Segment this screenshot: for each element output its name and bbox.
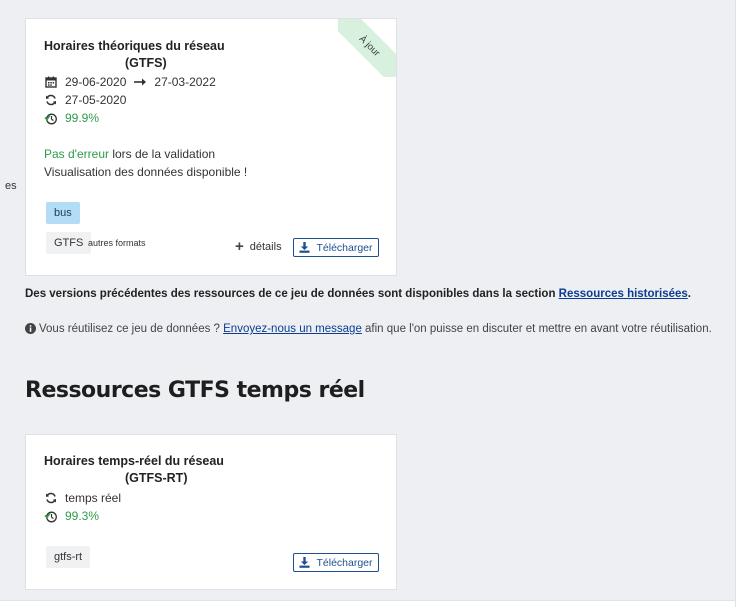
availability: 99.9% — [44, 111, 99, 125]
details-label: détails — [249, 240, 282, 253]
contact-link[interactable]: Envoyez-nous un message — [223, 323, 362, 335]
availability: 99.3% — [44, 509, 99, 523]
other-formats-link[interactable]: autres formats — [88, 238, 146, 248]
update-frequency: temps réel — [44, 491, 121, 505]
reuse-text: Vous réutilisez ce jeu de données ? — [39, 323, 224, 335]
section-title: Ressources GTFS temps réel — [25, 378, 365, 403]
up-to-date-ribbon: À jour — [338, 19, 396, 77]
resource-title[interactable]: Horaires temps-réel du réseau (GTFS-RT) — [44, 453, 324, 487]
visualisation-text: Visualisation des données disponible ! — [44, 165, 248, 179]
calendar-icon — [44, 75, 58, 89]
update-frequency-value: temps réel — [65, 491, 122, 505]
validity-period: 29-06-2020 27-03-2022 — [44, 75, 216, 89]
download-label: Télécharger — [316, 556, 373, 569]
resource-title-line2: (GTFS-RT) — [125, 471, 188, 485]
visualisation-status[interactable]: Visualisation des données disponible ! — [44, 165, 247, 179]
date-end: 27-03-2022 — [154, 75, 216, 89]
availability-value: 99.9% — [65, 111, 100, 125]
availability-clock-icon — [44, 111, 58, 125]
download-label: Télécharger — [316, 241, 373, 254]
availability-clock-icon — [44, 509, 58, 523]
download-button[interactable]: Télécharger — [293, 553, 379, 572]
reuse-note: Vous réutilisez ce jeu de données ? Envo… — [25, 323, 712, 337]
download-button[interactable]: Télécharger — [293, 238, 379, 257]
resource-title[interactable]: Horaires théoriques du réseau (GTFS) — [44, 38, 324, 72]
reuse-end: afin que l'on puisse en discuter et mett… — [361, 323, 712, 335]
plus-icon: + — [235, 238, 244, 255]
resource-card-gtfs-rt: Horaires temps-réel du réseau (GTFS-RT) … — [25, 434, 397, 590]
history-text: Des versions précédentes des ressources … — [25, 288, 559, 300]
ribbon-label: À jour — [338, 19, 396, 77]
download-icon — [299, 557, 310, 568]
refresh-icon — [44, 93, 58, 107]
tag-format-gtfs: GTFS — [46, 232, 92, 254]
availability-value: 99.3% — [65, 509, 100, 523]
date-start: 29-06-2020 — [65, 75, 127, 89]
update-date: 27-05-2020 — [65, 93, 127, 107]
info-icon — [25, 323, 36, 337]
history-link[interactable]: Ressources historisées — [559, 288, 688, 300]
details-button[interactable]: + détails — [235, 239, 282, 254]
resource-title-line2: (GTFS) — [125, 56, 167, 70]
validation-text: lors de la validation — [109, 147, 216, 161]
resource-title-line1: Horaires théoriques du réseau — [44, 39, 225, 53]
refresh-icon — [44, 491, 58, 505]
side-text: es — [5, 180, 17, 192]
tag-bus: bus — [46, 202, 80, 224]
download-icon — [299, 242, 310, 253]
last-update: 27-05-2020 — [44, 93, 126, 107]
history-end: . — [687, 288, 691, 300]
validation-ok-link[interactable]: Pas d'erreur — [44, 147, 109, 161]
resource-title-line1: Horaires temps-réel du réseau — [44, 454, 224, 468]
arrow-right-icon — [134, 75, 147, 89]
history-note: Des versions précédentes des ressources … — [25, 288, 691, 300]
resource-card-gtfs: À jour Horaires théoriques du réseau (GT… — [25, 18, 397, 276]
validation-status: Pas d'erreur lors de la validation — [44, 147, 215, 161]
tag-format-gtfs-rt: gtfs-rt — [46, 546, 91, 568]
